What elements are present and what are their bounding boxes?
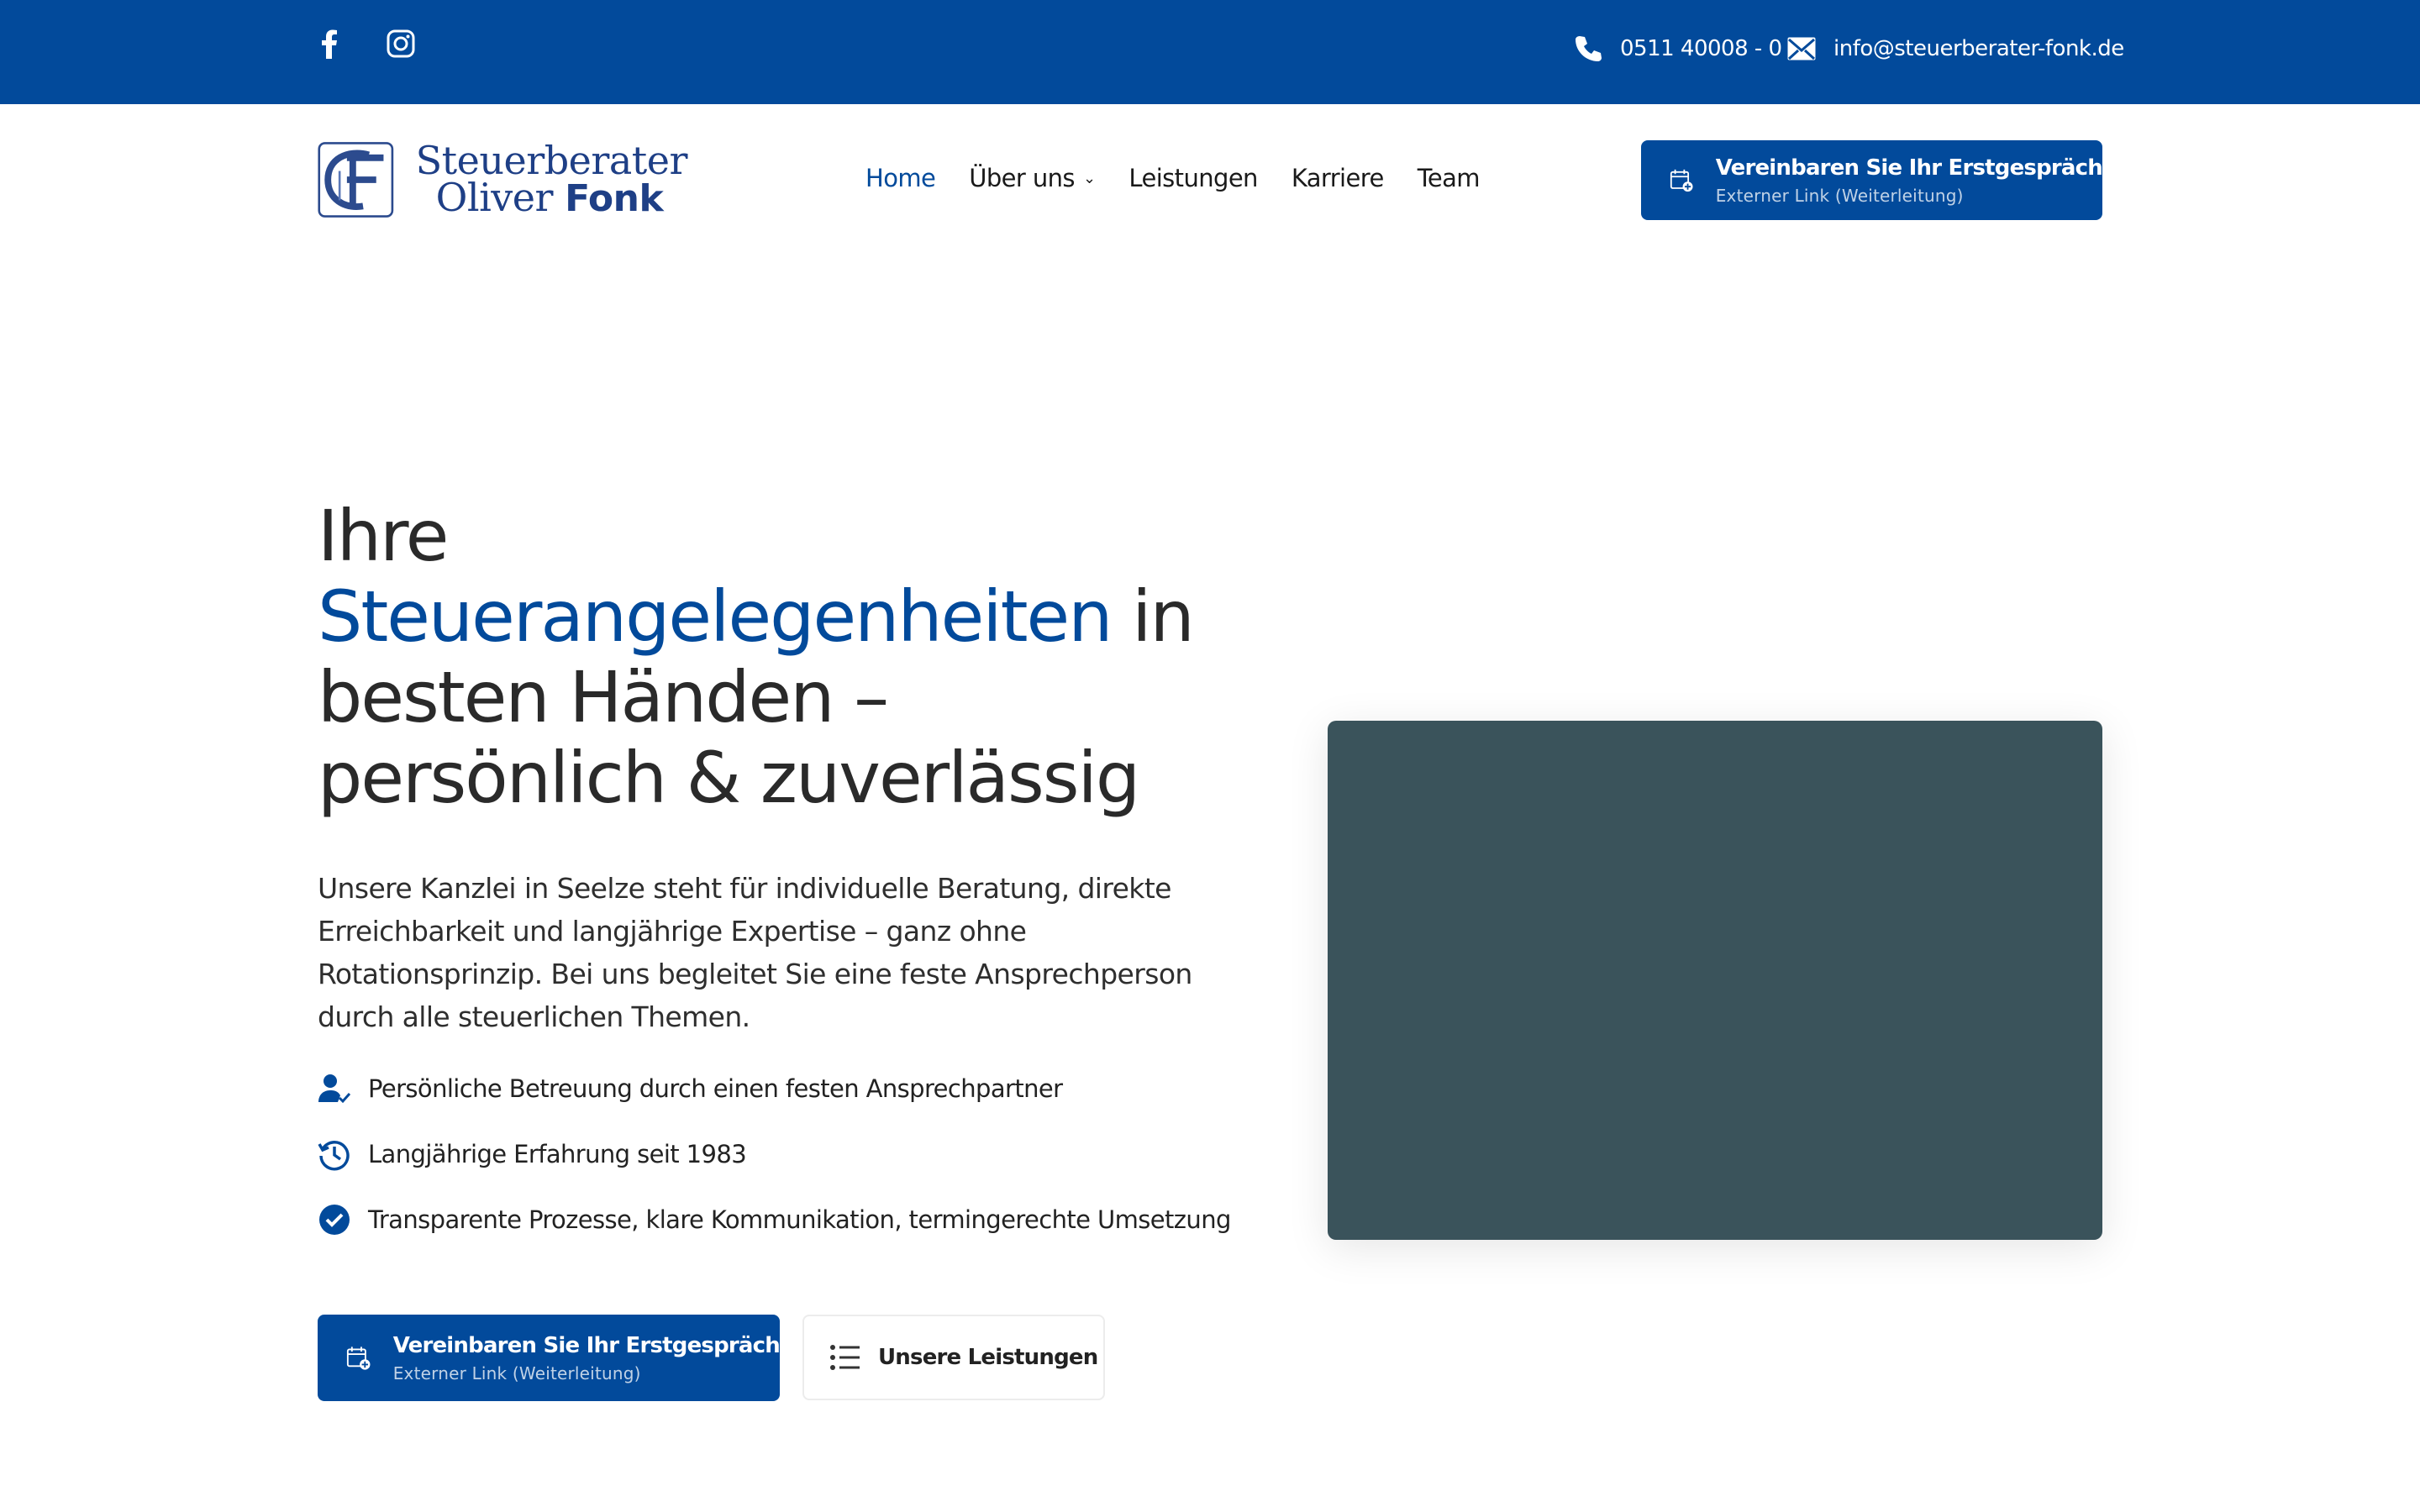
header-appointment-button[interactable]: Vereinbaren Sie Ihr Erstgespräch Externe… <box>1641 140 2103 220</box>
instagram-icon[interactable] <box>382 25 419 62</box>
nav-services[interactable]: Leistungen <box>1128 164 1258 192</box>
hero-cta-subtitle: Externer Link (Weiterleitung) <box>392 1362 641 1383</box>
hero-heading: Ihre Steuerangelegenheiten in besten Hän… <box>318 495 1195 819</box>
email-link[interactable]: info@steuerberater-fonk.de <box>1786 30 2124 67</box>
logo-line2: Oliver Fonk <box>416 177 687 220</box>
logo-mark <box>318 142 394 218</box>
logo[interactable]: Steuerberater Oliver Fonk <box>318 134 688 225</box>
feature-text: Persönliche Betreuung durch einen festen… <box>368 1074 1063 1103</box>
services-button-label: Unsere Leistungen <box>878 1345 1098 1370</box>
header-cta-subtitle: Externer Link (Weiterleitung) <box>1715 185 1964 206</box>
clock-history-icon <box>318 1137 351 1171</box>
main-nav: Home Über uns ⌄ Leistungen Karriere Team <box>865 160 1513 197</box>
feature-text: Langjährige Erfahrung seit 1983 <box>368 1140 747 1168</box>
list-icon <box>830 1345 860 1370</box>
feature-item: Langjährige Erfahrung seit 1983 <box>318 1136 747 1173</box>
hero-media[interactable] <box>1328 721 2102 1240</box>
person-check-icon <box>318 1072 351 1105</box>
hero-cta-title: Vereinbaren Sie Ihr Erstgespräch <box>392 1332 781 1358</box>
chevron-down-icon: ⌄ <box>1082 169 1096 187</box>
logo-first-name: Oliver <box>435 175 554 220</box>
top-bar: 0511 40008 - 0 info@steuerberater-fonk.d… <box>0 0 2420 104</box>
facebook-icon[interactable] <box>311 25 348 62</box>
calendar-plus-icon <box>1670 169 1693 192</box>
nav-careers[interactable]: Karriere <box>1292 164 1384 192</box>
hero-highlight: Steuerangelegenheiten <box>318 575 1113 658</box>
services-button[interactable]: Unsere Leistungen <box>802 1315 1105 1400</box>
phone-icon <box>1576 36 1602 61</box>
hero-intro: Unsere Kanzlei in Seelze steht für indiv… <box>318 872 1192 1033</box>
check-circle-icon <box>318 1203 351 1236</box>
logo-line1: Steuerberater <box>415 138 688 183</box>
feature-item: Persönliche Betreuung durch einen festen… <box>318 1070 1063 1107</box>
calendar-plus-icon <box>346 1346 371 1370</box>
feature-item: Transparente Prozesse, klare Kommunikati… <box>318 1201 1231 1238</box>
phone-number: 0511 40008 - 0 <box>1620 36 1782 61</box>
header-cta-title: Vereinbaren Sie Ihr Erstgespräch <box>1715 155 2103 181</box>
phone-link[interactable]: 0511 40008 - 0 <box>1573 30 1782 67</box>
mail-icon <box>1787 37 1816 60</box>
hero-appointment-button[interactable]: Vereinbaren Sie Ihr Erstgespräch Externe… <box>318 1315 781 1401</box>
logo-last-name: Fonk <box>565 177 664 220</box>
nav-about[interactable]: Über uns ⌄ <box>969 164 1096 192</box>
email-address: info@steuerberater-fonk.de <box>1833 36 2124 61</box>
nav-team[interactable]: Team <box>1418 164 1481 192</box>
feature-text: Transparente Prozesse, klare Kommunikati… <box>368 1205 1231 1234</box>
nav-home[interactable]: Home <box>865 164 936 192</box>
